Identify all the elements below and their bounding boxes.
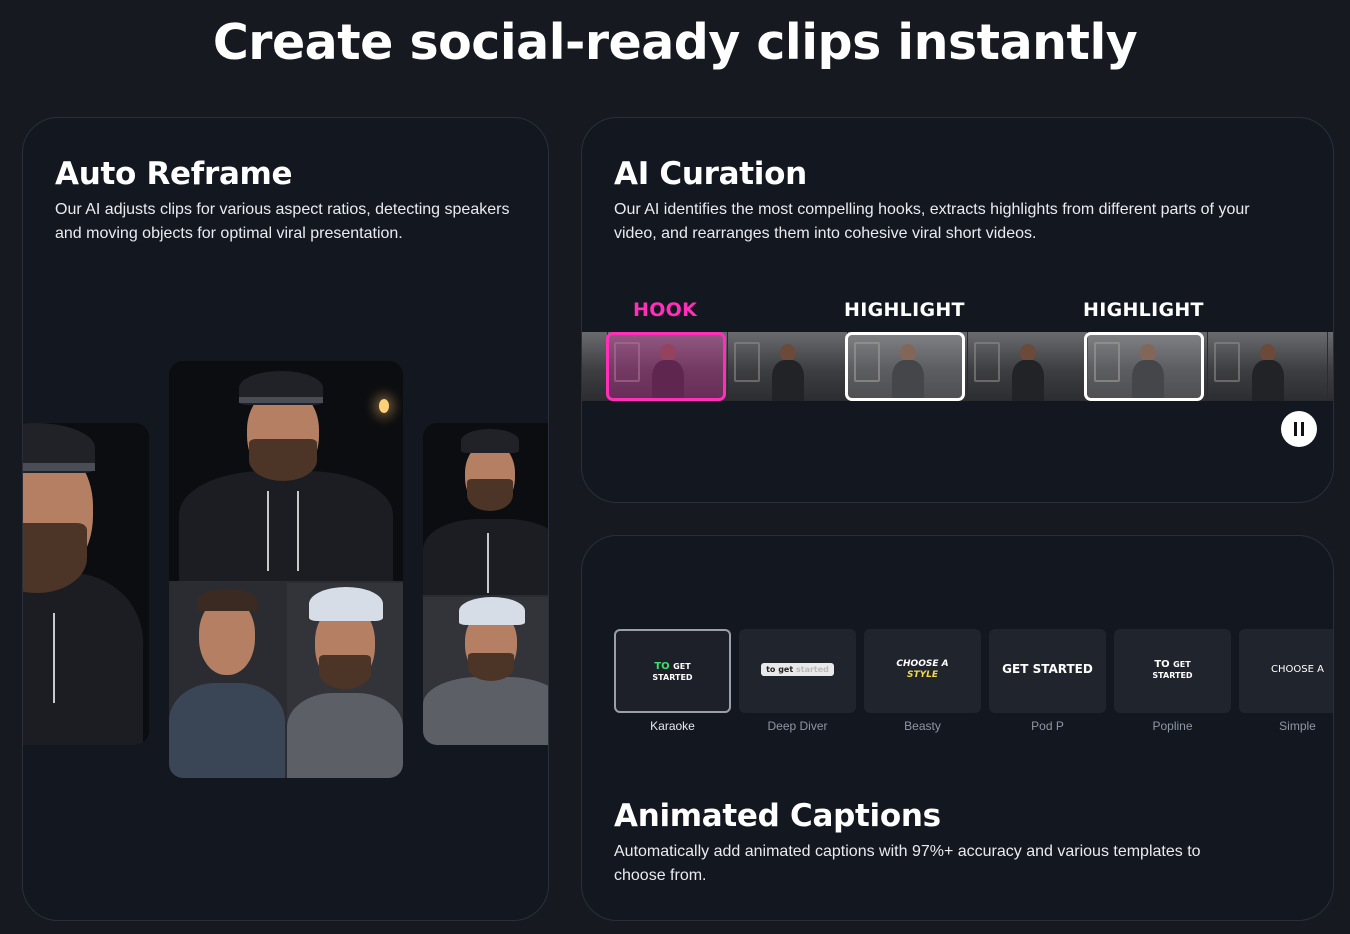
film-frame (967, 332, 1087, 401)
highlight-label-2: HIGHLIGHT (1083, 299, 1204, 321)
caption-style-simple[interactable]: CHOOSE A Simple (1239, 629, 1333, 733)
caption-style-label: Beasty (904, 719, 941, 733)
caption-style-preview: CHOOSE A (1239, 629, 1333, 713)
caption-style-preview: CHOOSE A STYLE (864, 629, 981, 713)
caption-style-popline[interactable]: TO GET STARTED Popline (1114, 629, 1231, 733)
caption-style-label: Simple (1279, 719, 1316, 733)
film-frame (1327, 332, 1333, 401)
animated-captions-description: Automatically add animated captions with… (614, 843, 1201, 884)
caption-style-preview: to get started (739, 629, 856, 713)
reframe-preview-right (423, 423, 548, 745)
animated-captions-card: TO GET STARTED Karaoke to get started Dee… (581, 535, 1334, 921)
video-filmstrip (582, 332, 1333, 401)
reframe-preview-left (23, 423, 149, 745)
auto-reframe-description: Our AI adjusts clips for various aspect … (55, 201, 510, 242)
film-frame (727, 332, 847, 401)
ai-curation-description: Our AI identifies the most compelling ho… (614, 201, 1250, 242)
ai-curation-card: AI Curation Our AI identifies the most c… (581, 117, 1334, 503)
caption-styles-row: TO GET STARTED Karaoke to get started Dee… (614, 629, 1333, 739)
ai-curation-title: AI Curation (614, 156, 807, 192)
animated-captions-title: Animated Captions (614, 798, 941, 834)
pause-button[interactable] (1281, 411, 1317, 447)
page-title: Create social-ready clips instantly (212, 14, 1138, 71)
film-frame (1207, 332, 1327, 401)
caption-style-label: Popline (1152, 719, 1193, 733)
highlight-segment-1[interactable] (845, 332, 965, 401)
caption-style-preview: GET STARTED (989, 629, 1106, 713)
caption-style-label: Karaoke (650, 719, 695, 733)
highlight-segment-2[interactable] (1084, 332, 1204, 401)
film-frame (582, 332, 607, 401)
auto-reframe-card: Auto Reframe Our AI adjusts clips for va… (22, 117, 549, 921)
caption-style-preview: TO GET STARTED (614, 629, 731, 713)
caption-style-label: Deep Diver (767, 719, 828, 733)
highlight-label-1: HIGHLIGHT (844, 299, 965, 321)
caption-style-pod-p[interactable]: GET STARTED Pod P (989, 629, 1106, 733)
caption-style-karaoke[interactable]: TO GET STARTED Karaoke (614, 629, 731, 733)
pause-icon (1294, 422, 1297, 436)
caption-style-label: Pod P (1031, 719, 1064, 733)
hook-segment[interactable] (606, 332, 726, 401)
hook-label: HOOK (633, 299, 698, 321)
auto-reframe-title: Auto Reframe (55, 156, 293, 192)
caption-style-preview: TO GET STARTED (1114, 629, 1231, 713)
reframe-preview-center (169, 361, 403, 778)
caption-style-beasty[interactable]: CHOOSE A STYLE Beasty (864, 629, 981, 733)
caption-style-deep-diver[interactable]: to get started Deep Diver (739, 629, 856, 733)
